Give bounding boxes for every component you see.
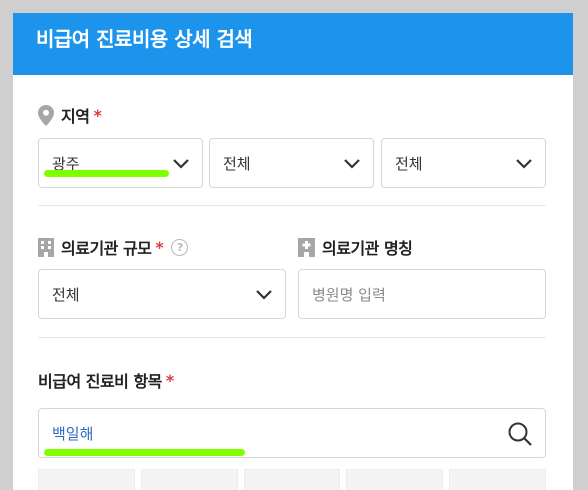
- name-label: 의료기관 명칭: [298, 235, 413, 259]
- chevron-down-icon: [516, 159, 532, 169]
- partial-tab: [346, 469, 444, 490]
- required-mark: *: [155, 237, 164, 257]
- required-mark: *: [93, 105, 102, 125]
- item-label-text: 비급여 진료비 항목: [38, 372, 162, 391]
- hospital-name-input[interactable]: 병원명 입력: [298, 269, 546, 319]
- highlight-mark: [44, 170, 169, 177]
- partial-tab: [449, 469, 546, 490]
- region-select-district-value: 전체: [223, 154, 251, 173]
- partial-tab: [38, 469, 135, 490]
- item-label: 비급여 진료비 항목 *: [38, 368, 174, 392]
- region-label: 지역 *: [38, 103, 102, 127]
- building-icon: [38, 237, 54, 257]
- partial-tab: [140, 469, 238, 490]
- scale-select-value: 전체: [52, 285, 80, 304]
- item-search-value: 백일해: [52, 424, 94, 443]
- required-mark: *: [165, 370, 174, 390]
- location-pin-icon: [38, 104, 54, 126]
- chevron-down-icon: [344, 159, 360, 169]
- help-icon[interactable]: ?: [171, 238, 189, 256]
- scale-label: 의료기관 규모 * ?: [38, 235, 189, 259]
- chevron-down-icon: [256, 290, 272, 300]
- name-label-text: 의료기관 명칭: [322, 239, 413, 258]
- search-panel: 비급여 진료비용 상세 검색 지역 * 광주 전체 전체 의료기관 규모 * ?…: [13, 13, 573, 490]
- divider: [38, 205, 546, 206]
- hospital-name-placeholder: 병원명 입력: [312, 285, 386, 304]
- search-icon[interactable]: [507, 421, 533, 447]
- region-select-district[interactable]: 전체: [209, 138, 374, 188]
- region-label-text: 지역: [61, 107, 90, 126]
- region-select-city[interactable]: 광주: [38, 138, 203, 188]
- scale-label-text: 의료기관 규모: [61, 239, 152, 258]
- hospital-icon: [298, 237, 315, 257]
- chevron-down-icon: [173, 159, 189, 169]
- scale-select[interactable]: 전체: [38, 269, 286, 319]
- partial-tab: [243, 469, 341, 490]
- result-tabs-partial: [38, 469, 546, 490]
- divider: [38, 337, 546, 338]
- region-select-dong-value: 전체: [395, 154, 423, 173]
- region-select-dong[interactable]: 전체: [381, 138, 546, 188]
- panel-header: 비급여 진료비용 상세 검색: [13, 13, 573, 75]
- highlight-mark: [44, 449, 245, 456]
